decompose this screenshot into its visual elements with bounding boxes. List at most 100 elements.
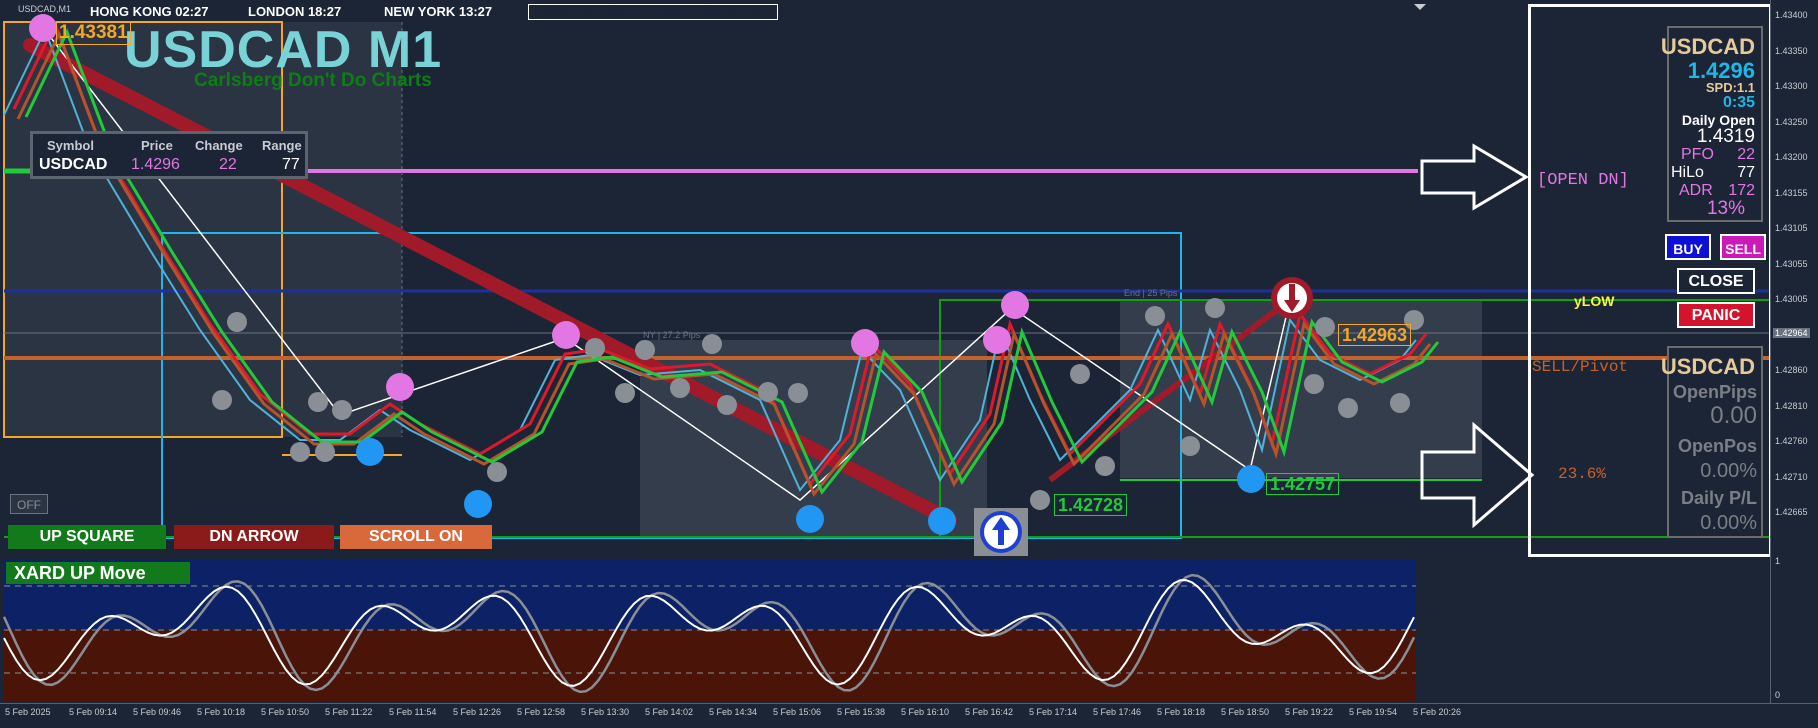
swing-point-marker: [615, 383, 635, 403]
symbol-header: Symbol: [47, 138, 94, 153]
time-tick-label: 5 Feb 16:10: [901, 707, 950, 717]
panic-button[interactable]: PANIC: [1677, 302, 1755, 328]
osc-lower-band: [4, 630, 1416, 702]
scroll-on-button[interactable]: SCROLL ON: [340, 525, 492, 549]
swing-point-marker: [386, 373, 414, 401]
change-cell: 22: [219, 156, 237, 173]
time-tick-label: 5 Feb 11:22: [325, 707, 373, 717]
time-tick-label: 5 Feb 14:34: [709, 707, 758, 717]
symbol-cell: USDCAD: [39, 156, 108, 173]
daily-pl-label: Daily P/L: [1680, 488, 1757, 508]
swing-point-marker: [702, 334, 722, 354]
swing-point-marker: [1070, 364, 1090, 384]
time-tick-label: 5 Feb 13:30: [581, 707, 630, 717]
time-tick-label: 5 Feb 12:58: [517, 707, 566, 717]
open-arrow-icon: [1420, 143, 1529, 211]
price-tick-label: 1.43200: [1775, 152, 1808, 162]
info-symbol: USDCAD: [1660, 34, 1755, 59]
time-tick-label: 5 Feb 19:22: [1285, 707, 1334, 717]
swing-point-marker: [1180, 436, 1200, 456]
session-hong-kong: HONG KONG 02:27: [90, 4, 209, 19]
time-tick-label: 5 Feb 18:18: [1157, 707, 1206, 717]
time-tick-label: 5 Feb 09:46: [133, 707, 182, 717]
price-tick-label: 1.42710: [1775, 471, 1808, 482]
price-tick-label: 1.42860: [1775, 365, 1808, 375]
price-tick-label: 1.42665: [1775, 507, 1808, 517]
swing-high-label: 1.42963: [1338, 324, 1412, 346]
range-cell: 77: [282, 156, 300, 173]
swing-point-marker: [1237, 465, 1265, 493]
pl-symbol: USDCAD: [1660, 354, 1755, 379]
swing-point-marker: [464, 490, 492, 518]
swing-point-marker: [212, 390, 232, 410]
scroll-marker-icon[interactable]: [1414, 4, 1426, 10]
time-tick-label: 5 Feb 15:38: [837, 707, 886, 717]
price-header: Price: [141, 138, 173, 153]
swing-point-marker: [1304, 374, 1324, 394]
end-box-label: End | 25 Pips: [1124, 288, 1178, 298]
swing-point-marker: [1030, 490, 1050, 510]
price-tick-label: 1.42760: [1775, 436, 1808, 446]
time-tick-label: 5 Feb 12:26: [453, 707, 502, 717]
swing-point-marker: [315, 442, 335, 462]
price-tick-label: 1.43155: [1775, 187, 1808, 198]
open-pos-label: OpenPos: [1677, 436, 1757, 456]
off-toggle-button[interactable]: OFF: [10, 494, 48, 514]
time-tick-label: 5 Feb 2025: [5, 707, 51, 717]
session-london: LONDON 18:27: [248, 4, 342, 19]
low-label-1: 1.42728: [1054, 494, 1128, 516]
up-square-button[interactable]: UP SQUARE: [8, 525, 166, 549]
swing-point-marker: [487, 462, 507, 482]
swing-point-marker: [1145, 306, 1165, 326]
current-price-tag: 1.42964: [1773, 328, 1810, 338]
time-tick-label: 5 Feb 19:54: [1349, 707, 1398, 717]
open-pos-value: 0.00%: [1700, 460, 1757, 482]
price-tick-label: 1.43250: [1775, 116, 1808, 127]
time-tick-label: 5 Feb 18:50: [1221, 707, 1270, 717]
swing-point-marker: [1315, 317, 1335, 337]
price-axis[interactable]: 1.43400 1.43350 1.43300 1.43250 1.43200 1.431…: [1770, 0, 1818, 703]
oscillator-pane[interactable]: XARD UP Move: [0, 558, 1770, 703]
price-tick-label: 1.42810: [1775, 400, 1808, 411]
time-tick-label: 5 Feb 16:42: [965, 707, 1014, 717]
adr-percent: 13%: [1706, 198, 1745, 219]
open-pips-value: 0.00: [1710, 402, 1757, 429]
daily-pl-value: 0.00%: [1700, 512, 1757, 534]
price-tick-label: 1.43055: [1775, 258, 1808, 269]
time-tick-label: 5 Feb 14:02: [645, 707, 694, 717]
info-timer: 0:35: [1722, 94, 1755, 111]
swing-point-marker: [1390, 393, 1410, 413]
swing-point-marker: [356, 438, 384, 466]
swing-point-marker: [1095, 456, 1115, 476]
low-label-2: 1.42757: [1266, 473, 1340, 495]
buy-button[interactable]: BUY: [1665, 234, 1711, 260]
up-arrow-icon: [974, 508, 1028, 556]
time-tick-label: 5 Feb 10:18: [197, 707, 246, 717]
dn-arrow-button[interactable]: DN ARROW: [174, 525, 334, 549]
swing-point-marker: [928, 507, 956, 535]
swing-point-marker: [552, 321, 580, 349]
osc-axis-bottom: 0: [1775, 690, 1781, 700]
oscillator-canvas: [2, 560, 1416, 702]
swing-point-marker: [851, 329, 879, 357]
time-tick-label: 5 Feb 17:46: [1093, 707, 1142, 717]
daily-open-value: 1.4319: [1696, 126, 1755, 147]
swing-point-marker: [1205, 298, 1225, 318]
price-status-banner: PRICE BELOW THE DAILY OPEN LINE: [528, 4, 779, 20]
swing-point-marker: [635, 340, 655, 360]
swing-point-marker: [670, 378, 690, 398]
time-axis[interactable]: 5 Feb 2025 5 Feb 09:14 5 Feb 09:46 5 Feb 10…: [0, 703, 1818, 728]
sell-button[interactable]: SELL: [1720, 234, 1766, 260]
time-tick-label: 5 Feb 10:50: [261, 707, 310, 717]
swing-point-marker: [1001, 291, 1029, 319]
swing-point-marker: [308, 392, 328, 412]
time-tick-label: 5 Feb 17:14: [1029, 707, 1078, 717]
time-tick-label: 5 Feb 20:26: [1413, 707, 1462, 717]
chart-symbol-label: USDCAD,M1: [18, 4, 72, 14]
hilo-label: HiLo: [1671, 164, 1704, 181]
open-pips-label: OpenPips: [1672, 382, 1757, 402]
swing-point-marker: [585, 338, 605, 358]
time-tick-label: 5 Feb 09:14: [69, 707, 118, 717]
close-button[interactable]: CLOSE: [1677, 268, 1755, 294]
price-tick-label: 1.43350: [1775, 45, 1808, 56]
